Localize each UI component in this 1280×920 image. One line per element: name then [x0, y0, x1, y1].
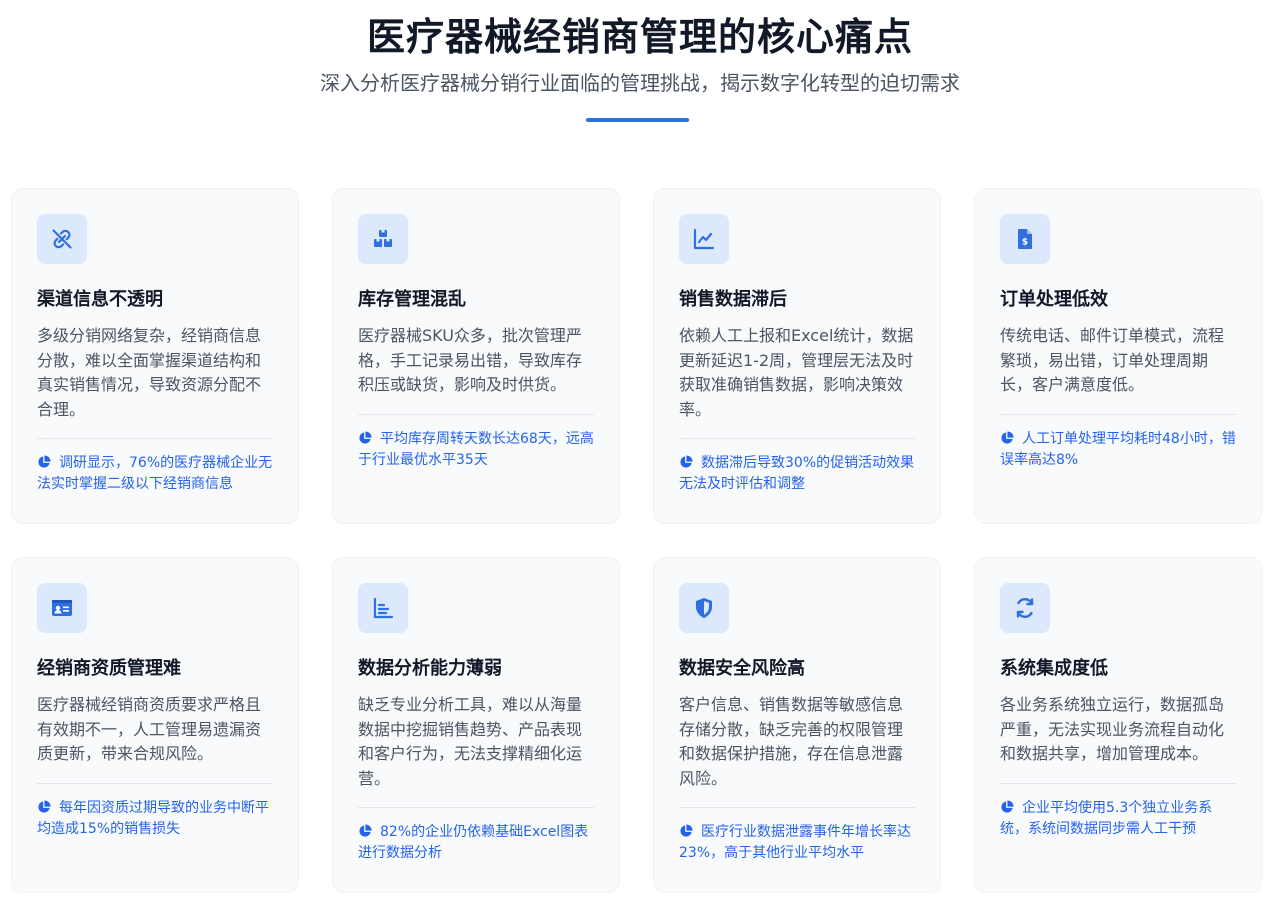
card-statistic: 企业平均使用5.3个独立业务系统，系统间数据同步需人工干预: [1000, 798, 1236, 840]
pie-chart-icon: [680, 824, 693, 837]
pain-point-card: 系统集成度低 各业务系统独立运行，数据孤岛严重，无法实现业务流程自动化和数据共享…: [974, 557, 1262, 893]
card-title: 库存管理混乱: [358, 289, 466, 310]
card-icon-box: [37, 583, 87, 633]
card-title: 渠道信息不透明: [37, 289, 163, 310]
card-statistic: 人工订单处理平均耗时48小时，错误率高达8%: [1000, 429, 1236, 471]
card-statistic-text: 82%的企业仍依赖基础Excel图表进行数据分析: [358, 824, 589, 862]
card-icon-box: [358, 583, 408, 633]
card-statistic-text: 企业平均使用5.3个独立业务系统，系统间数据同步需人工干预: [1000, 799, 1213, 837]
card-statistic-text: 人工订单处理平均耗时48小时，错误率高达8%: [1000, 430, 1236, 468]
line-chart-icon: [693, 228, 715, 250]
pain-point-card: 数据安全风险高 客户信息、销售数据等敏感信息存储分散，缺乏完善的权限管理和数据保…: [653, 557, 941, 893]
card-description: 缺乏专业分析工具，难以从海量数据中挖掘销售趋势、产品表现和客户行为，无法支撑精细…: [358, 695, 583, 788]
title-divider: [586, 118, 689, 122]
card-separator: [37, 782, 273, 784]
pain-point-card: 数据分析能力薄弱 缺乏专业分析工具，难以从海量数据中挖掘销售趋势、产品表现和客户…: [332, 557, 620, 893]
id-card-icon: [52, 600, 72, 616]
card-description: 多级分销网络复杂，经销商信息分散，难以全面掌握渠道结构和真实销售情况，导致资源分…: [37, 326, 262, 419]
page-subtitle: 深入分析医疗器械分销行业面临的管理挑战，揭示数字化转型的迫切需求: [320, 71, 960, 95]
card-title: 数据分析能力薄弱: [358, 658, 502, 679]
card-title: 经销商资质管理难: [37, 658, 181, 679]
card-icon-box: [1000, 583, 1050, 633]
card-separator: [37, 438, 273, 440]
pie-chart-icon: [38, 455, 51, 468]
broken-link-icon: [52, 229, 72, 249]
card-icon-box: [37, 214, 87, 264]
pie-chart-icon: [359, 431, 372, 444]
card-description: 医疗器械SKU众多，批次管理严格，手工记录易出错，导致库存积压或缺货，影响及时供…: [358, 326, 583, 395]
bar-chart-icon: [373, 597, 394, 619]
invoice-dollar-icon: $: [1018, 229, 1032, 249]
pain-point-card: 经销商资质管理难 医疗器械经销商资质要求严格且有效期不一，人工管理易遗漏资质更新…: [11, 557, 299, 893]
card-separator: [358, 807, 594, 809]
card-description: 依赖人工上报和Excel统计，数据更新延迟1-2周，管理层无法及时获取准确销售数…: [679, 326, 914, 419]
card-statistic: 数据滞后导致30%的促销活动效果无法及时评估和调整: [679, 453, 915, 495]
card-separator: [679, 807, 915, 809]
card-icon-box: [679, 583, 729, 633]
card-statistic: 82%的企业仍依赖基础Excel图表进行数据分析: [358, 822, 594, 864]
card-icon-box: [358, 214, 408, 264]
card-statistic-text: 医疗行业数据泄露事件年增长率达23%，高于其他行业平均水平: [679, 824, 911, 862]
pain-point-card: 库存管理混乱 医疗器械SKU众多，批次管理严格，手工记录易出错，导致库存积压或缺…: [332, 188, 620, 524]
card-title: 系统集成度低: [1000, 658, 1108, 679]
pain-point-card: 销售数据滞后 依赖人工上报和Excel统计，数据更新延迟1-2周，管理层无法及时…: [653, 188, 941, 524]
pie-chart-icon: [1001, 800, 1014, 813]
card-separator: [1000, 413, 1236, 415]
card-icon-box: $: [1000, 214, 1050, 264]
pie-chart-icon: [680, 455, 693, 468]
card-statistic: 平均库存周转天数长达68天，远高于行业最优水平35天: [358, 429, 594, 471]
svg-text:$: $: [1022, 238, 1028, 248]
card-statistic: 医疗行业数据泄露事件年增长率达23%，高于其他行业平均水平: [679, 822, 915, 864]
card-description: 传统电话、邮件订单模式，流程繁琐，易出错，订单处理周期长，客户满意度低。: [1000, 326, 1225, 395]
sync-icon: [1016, 598, 1034, 618]
card-description: 客户信息、销售数据等敏感信息存储分散，缺乏完善的权限管理和数据保护措施，存在信息…: [679, 695, 904, 788]
card-statistic-text: 数据滞后导致30%的促销活动效果无法及时评估和调整: [679, 455, 915, 493]
card-separator: [679, 438, 915, 440]
boxes-icon: [374, 230, 392, 247]
pie-chart-icon: [359, 824, 372, 837]
card-description: 医疗器械经销商资质要求严格且有效期不一，人工管理易遗漏资质更新，带来合规风险。: [37, 695, 262, 764]
card-statistic: 每年因资质过期导致的业务中断平均造成15%的销售损失: [37, 798, 273, 840]
card-statistic-text: 每年因资质过期导致的业务中断平均造成15%的销售损失: [37, 799, 269, 837]
card-description: 各业务系统独立运行，数据孤岛严重，无法实现业务流程自动化和数据共享，增加管理成本…: [1000, 695, 1225, 764]
shield-icon: [696, 598, 712, 618]
card-separator: [1000, 782, 1236, 784]
card-title: 销售数据滞后: [679, 289, 787, 310]
pie-chart-icon: [38, 800, 51, 813]
card-separator: [358, 413, 594, 415]
card-icon-box: [679, 214, 729, 264]
card-statistic-text: 平均库存周转天数长达68天，远高于行业最优水平35天: [358, 430, 594, 468]
card-title: 订单处理低效: [1000, 289, 1108, 310]
card-statistic-text: 调研显示，76%的医疗器械企业无法实时掌握二级以下经销商信息: [37, 455, 273, 493]
pain-point-card: $ 订单处理低效 传统电话、邮件订单模式，流程繁琐，易出错，订单处理周期长，客户…: [974, 188, 1262, 524]
card-title: 数据安全风险高: [679, 658, 805, 679]
page-title: 医疗器械经销商管理的核心痛点: [366, 15, 913, 59]
pain-point-card: 渠道信息不透明 多级分销网络复杂，经销商信息分散，难以全面掌握渠道结构和真实销售…: [11, 188, 299, 524]
card-statistic: 调研显示，76%的医疗器械企业无法实时掌握二级以下经销商信息: [37, 453, 273, 495]
pie-chart-icon: [1001, 431, 1014, 444]
